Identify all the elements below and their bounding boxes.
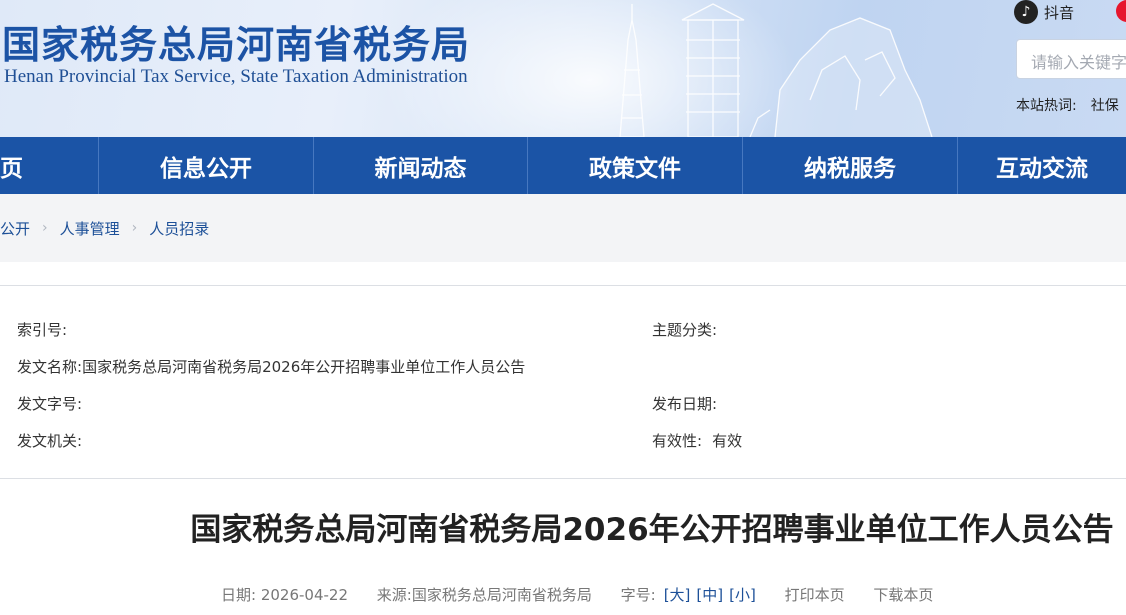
meta-subject: 主题分类: <box>652 319 727 340</box>
breadcrumb: 公开 › 人事管理 › 人员招录 <box>0 194 1126 262</box>
meta-label: 索引号: <box>17 321 68 339</box>
tiktok-label[interactable]: 抖音 <box>1044 2 1074 23</box>
hot-words: 本站热词: 社保 <box>1016 95 1119 115</box>
breadcrumb-item-recruitment[interactable]: 人员招录 <box>149 218 209 239</box>
site-title[interactable]: 国家税务总局河南省税务局 <box>2 14 470 69</box>
meta-index-no: 索引号: <box>17 319 77 340</box>
article-info-bar: 日期: 2026-04-22 来源:国家税务总局河南省税务局 字号: [大] [中]… <box>221 584 957 605</box>
weibo-icon[interactable] <box>1116 0 1126 22</box>
meta-label: 发文字号: <box>17 395 83 413</box>
search-input[interactable]: 请输入关键字 <box>1016 39 1126 79</box>
font-small-button[interactable]: [小] <box>729 586 756 604</box>
font-size-controls: 字号: [大] [中] [小] <box>621 586 756 604</box>
meta-publish-date: 发布日期: <box>652 393 727 414</box>
nav-item-policy[interactable]: 政策文件 <box>528 137 743 194</box>
document-meta: 索引号: 主题分类: 发文名称:国家税务总局河南省税务局2026年公开招聘事业单… <box>0 285 1126 479</box>
hot-word-link[interactable]: 社保 <box>1091 98 1119 114</box>
site-subtitle-en: Henan Provincial Tax Service, State Taxa… <box>4 66 468 87</box>
meta-label: 发文名称: <box>17 358 83 376</box>
meta-label: 有效性: <box>652 432 703 450</box>
nav-item-interaction[interactable]: 互动交流 <box>958 137 1126 194</box>
print-button[interactable]: 打印本页 <box>785 586 845 604</box>
meta-doc-name: 发文名称:国家税务总局河南省税务局2026年公开招聘事业单位工作人员公告 <box>17 356 525 377</box>
meta-value: 国家税务总局河南省税务局2026年公开招聘事业单位工作人员公告 <box>82 358 526 376</box>
meta-doc-no: 发文字号: <box>17 393 92 414</box>
font-medium-button[interactable]: [中] <box>696 586 723 604</box>
meta-label: 发布日期: <box>652 395 718 413</box>
nav-item-home[interactable]: 页 <box>0 137 99 194</box>
font-large-button[interactable]: [大] <box>664 586 691 604</box>
main-nav: 页 信息公开 新闻动态 政策文件 纳税服务 互动交流 <box>0 137 1126 194</box>
breadcrumb-separator: › <box>42 220 48 236</box>
nav-item-tax-service[interactable]: 纳税服务 <box>743 137 958 194</box>
meta-issuer: 发文机关: <box>17 430 92 451</box>
download-button[interactable]: 下载本页 <box>873 586 933 604</box>
breadcrumb-item-disclosure[interactable]: 公开 <box>0 218 30 239</box>
tiktok-icon[interactable]: ♪ <box>1014 0 1038 24</box>
nav-item-news[interactable]: 新闻动态 <box>314 137 528 194</box>
nav-item-info-disclosure[interactable]: 信息公开 <box>99 137 314 194</box>
site-header: 国家税务总局河南省税务局 Henan Provincial Tax Servic… <box>0 0 1126 137</box>
meta-validity: 有效性: 有效 <box>652 430 742 451</box>
social-links: ♪ 抖音 <box>1014 0 1074 24</box>
meta-label: 主题分类: <box>652 321 718 339</box>
breadcrumb-separator: › <box>131 220 138 236</box>
article-title: 国家税务总局河南省税务局2026年公开招聘事业单位工作人员公告 <box>190 512 1114 548</box>
hot-words-label: 本站热词: <box>1016 98 1077 114</box>
skyline-illustration <box>619 3 933 137</box>
font-size-label: 字号: <box>620 586 656 604</box>
article-source: 来源:国家税务总局河南省税务局 <box>376 586 592 604</box>
breadcrumb-item-personnel[interactable]: 人事管理 <box>60 218 120 239</box>
article-date: 日期: 2026-04-22 <box>221 586 348 604</box>
meta-value: 有效 <box>712 432 743 450</box>
search-placeholder: 请输入关键字 <box>1031 53 1126 72</box>
meta-label: 发文机关: <box>17 432 83 450</box>
